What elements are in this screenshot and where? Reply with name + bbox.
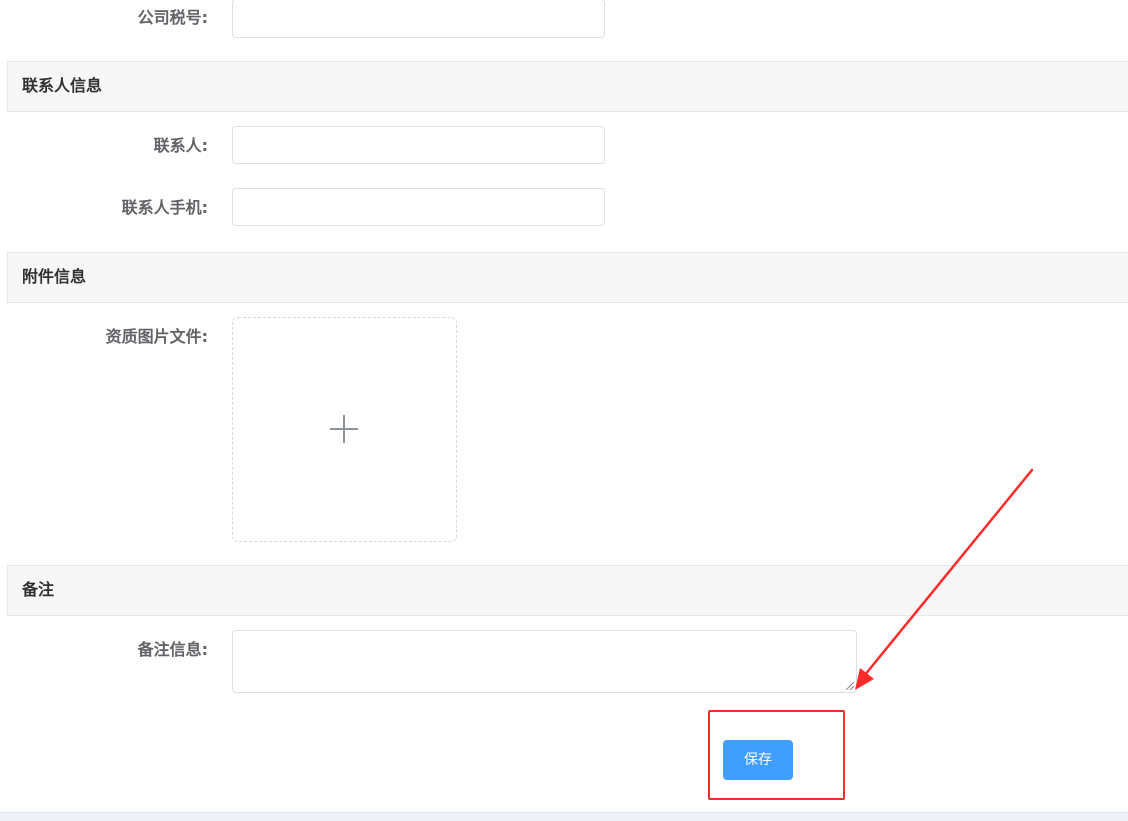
section-attachments: 附件信息 xyxy=(7,252,1128,303)
remark-label: 备注信息: xyxy=(137,640,208,659)
image-upload-box[interactable] xyxy=(232,317,457,542)
remark-textarea[interactable] xyxy=(232,630,857,693)
section-contact-info: 联系人信息 xyxy=(7,61,1128,112)
tax-id-input[interactable] xyxy=(232,0,605,38)
contact-input[interactable] xyxy=(232,126,605,164)
save-button[interactable]: 保存 xyxy=(723,740,793,780)
contact-label: 联系人: xyxy=(153,136,208,155)
resize-handle-icon[interactable] xyxy=(844,680,854,690)
arrow-icon xyxy=(855,468,1034,690)
section-title: 备注 xyxy=(22,580,55,599)
plus-icon xyxy=(330,415,358,443)
footer-strip xyxy=(0,812,1128,821)
contact-phone-label: 联系人手机: xyxy=(121,198,208,217)
section-remarks: 备注 xyxy=(7,565,1128,616)
section-title: 联系人信息 xyxy=(22,76,103,95)
form-page: 公司税号: 联系人信息 联系人: 联系人手机: 附件信息 资质图片文件: 备注 … xyxy=(0,0,1128,821)
contact-phone-input[interactable] xyxy=(232,188,605,226)
section-title: 附件信息 xyxy=(22,267,87,286)
tax-id-label: 公司税号: xyxy=(137,8,208,27)
qualification-label: 资质图片文件: xyxy=(105,327,208,346)
